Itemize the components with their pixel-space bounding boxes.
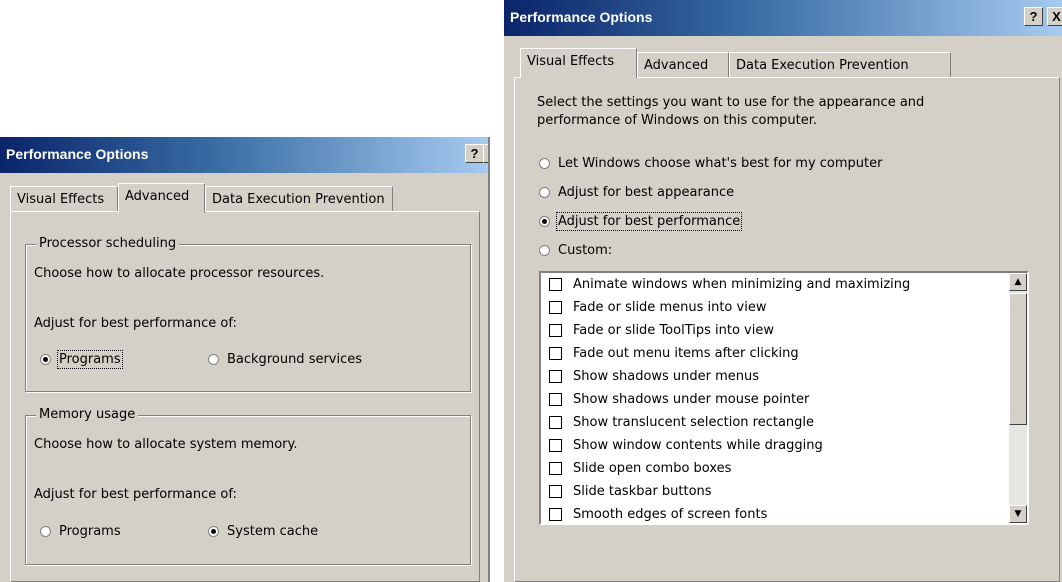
performance-options-dialog-advanced: Performance Options ? X Visual Effects A… bbox=[0, 137, 490, 582]
effect-fade-tooltips[interactable]: Fade or slide ToolTips into view bbox=[549, 319, 774, 342]
tab-label: Data Execution Prevention bbox=[212, 192, 385, 207]
checkbox[interactable] bbox=[549, 485, 562, 498]
effect-pointer-shadow[interactable]: Show shadows under mouse pointer bbox=[549, 388, 809, 411]
visual-effects-list[interactable]: Animate windows when minimizing and maxi… bbox=[539, 271, 1029, 525]
radio-custom[interactable]: Custom: bbox=[539, 243, 612, 258]
radio-label: Adjust for best performance bbox=[555, 212, 743, 231]
tab-advanced[interactable]: Advanced bbox=[637, 52, 729, 78]
tab-data-execution-prevention[interactable]: Data Execution Prevention bbox=[729, 52, 951, 78]
vertical-scrollbar[interactable]: ▲ ▼ bbox=[1009, 273, 1027, 523]
radio-indicator bbox=[40, 526, 51, 537]
radio-label: Custom: bbox=[558, 243, 613, 258]
radio-best-appearance[interactable]: Adjust for best appearance bbox=[539, 185, 734, 200]
intro-text-line-2: performance of Windows on this computer. bbox=[537, 113, 818, 128]
window-title: Performance Options bbox=[510, 9, 653, 25]
tab-label: Data Execution Prevention bbox=[736, 58, 909, 73]
radio-indicator bbox=[539, 158, 550, 169]
checkbox[interactable] bbox=[549, 324, 562, 337]
effect-label: Animate windows when minimizing and maxi… bbox=[573, 277, 911, 292]
title-bar[interactable]: Performance Options ? X bbox=[0, 137, 488, 173]
help-button[interactable]: ? bbox=[1024, 7, 1043, 26]
checkbox[interactable] bbox=[549, 508, 562, 521]
tab-visual-effects[interactable]: Visual Effects bbox=[520, 48, 637, 78]
radio-programs[interactable]: Programs bbox=[40, 524, 121, 539]
adjust-label: Adjust for best performance of: bbox=[34, 316, 237, 331]
radio-indicator bbox=[208, 526, 219, 537]
checkbox[interactable] bbox=[549, 439, 562, 452]
window-title: Performance Options bbox=[6, 146, 149, 162]
tab-label: Advanced bbox=[644, 58, 709, 73]
radio-indicator bbox=[40, 354, 51, 365]
effect-combo-boxes[interactable]: Slide open combo boxes bbox=[549, 457, 731, 480]
radio-label: Adjust for best appearance bbox=[558, 185, 735, 200]
checkbox[interactable] bbox=[549, 393, 562, 406]
effect-smooth-fonts[interactable]: Smooth edges of screen fonts bbox=[549, 503, 768, 523]
radio-indicator bbox=[208, 354, 219, 365]
adjust-label: Adjust for best performance of: bbox=[34, 487, 237, 502]
effect-label: Slide open combo boxes bbox=[573, 461, 732, 476]
radio-background-services[interactable]: Background services bbox=[208, 352, 362, 367]
title-bar[interactable]: Performance Options ? X bbox=[504, 0, 1062, 36]
checkbox[interactable] bbox=[549, 301, 562, 314]
radio-best-performance[interactable]: Adjust for best performance bbox=[539, 212, 743, 231]
memory-description: Choose how to allocate system memory. bbox=[34, 437, 298, 452]
tab-panel-advanced: Processor scheduling Choose how to alloc… bbox=[10, 211, 480, 582]
effect-label: Fade out menu items after clicking bbox=[573, 346, 799, 361]
group-legend: Processor scheduling bbox=[36, 236, 180, 251]
tab-visual-effects[interactable]: Visual Effects bbox=[10, 186, 118, 212]
memory-usage-group: Memory usage Choose how to allocate syst… bbox=[25, 407, 471, 565]
effect-label: Show shadows under mouse pointer bbox=[573, 392, 810, 407]
radio-label: Programs bbox=[57, 350, 123, 369]
performance-options-dialog-visual-effects: Performance Options ? X Visual Effects A… bbox=[502, 0, 1062, 582]
intro-text-line-1: Select the settings you want to use for … bbox=[537, 95, 925, 110]
radio-indicator bbox=[539, 216, 550, 227]
effect-label: Fade or slide ToolTips into view bbox=[573, 323, 774, 338]
tab-label: Visual Effects bbox=[527, 54, 615, 69]
checkbox[interactable] bbox=[549, 347, 562, 360]
radio-let-windows-choose[interactable]: Let Windows choose what's best for my co… bbox=[539, 156, 882, 171]
tab-label: Visual Effects bbox=[17, 192, 105, 207]
close-button[interactable]: X bbox=[1047, 7, 1062, 26]
effect-label: Fade or slide menus into view bbox=[573, 300, 767, 315]
effect-label: Show shadows under menus bbox=[573, 369, 760, 384]
scroll-up-icon[interactable]: ▲ bbox=[1009, 273, 1027, 291]
effect-taskbar-buttons[interactable]: Slide taskbar buttons bbox=[549, 480, 712, 503]
checkbox[interactable] bbox=[549, 370, 562, 383]
radio-system-cache[interactable]: System cache bbox=[208, 524, 318, 539]
effect-label: Smooth edges of screen fonts bbox=[573, 507, 768, 522]
effect-fade-menu-items[interactable]: Fade out menu items after clicking bbox=[549, 342, 799, 365]
effect-animate-windows[interactable]: Animate windows when minimizing and maxi… bbox=[549, 273, 910, 296]
checkbox[interactable] bbox=[549, 416, 562, 429]
tab-label: Advanced bbox=[125, 189, 190, 204]
scroll-down-icon[interactable]: ▼ bbox=[1009, 505, 1027, 523]
processor-description: Choose how to allocate processor resourc… bbox=[34, 266, 325, 281]
checkbox[interactable] bbox=[549, 462, 562, 475]
effect-selection-rectangle[interactable]: Show translucent selection rectangle bbox=[549, 411, 814, 434]
radio-programs[interactable]: Programs bbox=[40, 350, 123, 369]
effect-fade-menus[interactable]: Fade or slide menus into view bbox=[549, 296, 766, 319]
effect-label: Show window contents while dragging bbox=[573, 438, 823, 453]
radio-label: Programs bbox=[59, 524, 121, 539]
effect-label: Slide taskbar buttons bbox=[573, 484, 712, 499]
effect-window-contents-dragging[interactable]: Show window contents while dragging bbox=[549, 434, 823, 457]
radio-label: Let Windows choose what's best for my co… bbox=[558, 156, 883, 171]
radio-label: System cache bbox=[227, 524, 319, 539]
checkbox[interactable] bbox=[549, 278, 562, 291]
scrollbar-thumb[interactable] bbox=[1009, 293, 1027, 425]
help-button[interactable]: ? bbox=[465, 144, 484, 163]
radio-label: Background services bbox=[227, 352, 363, 367]
group-legend: Memory usage bbox=[36, 407, 139, 422]
radio-indicator bbox=[539, 245, 550, 256]
close-button[interactable]: X bbox=[483, 144, 488, 163]
radio-indicator bbox=[539, 187, 550, 198]
effect-menu-shadows[interactable]: Show shadows under menus bbox=[549, 365, 759, 388]
effect-label: Show translucent selection rectangle bbox=[573, 415, 815, 430]
tab-data-execution-prevention[interactable]: Data Execution Prevention bbox=[205, 186, 393, 212]
tab-advanced[interactable]: Advanced bbox=[118, 183, 205, 213]
processor-scheduling-group: Processor scheduling Choose how to alloc… bbox=[25, 236, 471, 392]
